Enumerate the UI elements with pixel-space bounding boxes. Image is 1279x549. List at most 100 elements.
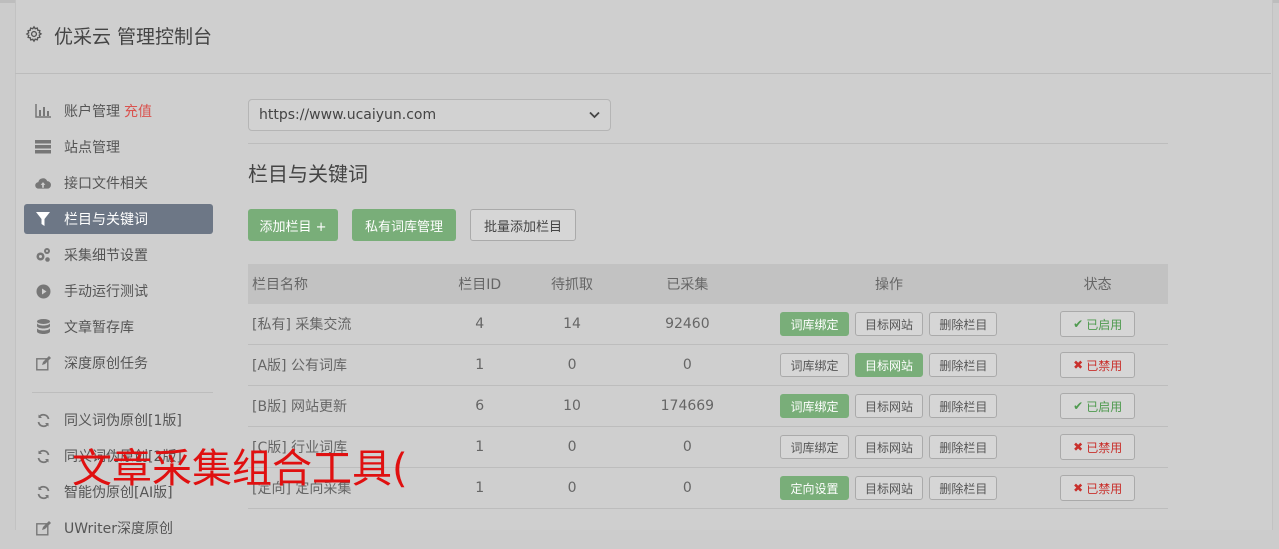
status-cell: ✖ 已禁用 xyxy=(1027,426,1168,468)
delete-column-button[interactable]: 删除栏目 xyxy=(929,435,998,459)
bind-lexicon-button[interactable]: 词库绑定 xyxy=(780,353,849,377)
batch-add-column-button[interactable]: 批量添加栏目 xyxy=(470,209,576,241)
pending-count[interactable]: 0 xyxy=(519,426,625,468)
sidebar-tool-uwriter[interactable]: UWriter深度原创 xyxy=(24,513,213,543)
status-toggle[interactable]: ✖ 已禁用 xyxy=(1060,475,1136,501)
bar-chart-icon xyxy=(35,103,51,119)
column-tag: [A版] xyxy=(252,358,287,374)
delete-column-button[interactable]: 删除栏目 xyxy=(929,353,998,377)
actions-cell: 词库绑定 目标网站 删除栏目 xyxy=(750,385,1028,427)
column-id: 1 xyxy=(439,467,520,509)
sidebar-item-deep-original[interactable]: 深度原创任务 xyxy=(24,348,213,378)
sidebar-item-sites[interactable]: 站点管理 xyxy=(24,132,213,162)
check-icon: ✔ xyxy=(1073,399,1084,413)
refresh-icon xyxy=(35,412,51,428)
column-name-cell[interactable]: [B版] 网站更新 xyxy=(248,385,440,427)
status-toggle[interactable]: ✖ 已禁用 xyxy=(1060,352,1136,378)
collected-count: 174669 xyxy=(624,385,751,427)
column-name: 公有词库 xyxy=(290,358,347,374)
pending-count[interactable]: 10 xyxy=(519,385,625,427)
gears-icon xyxy=(35,247,51,263)
sidebar-item-interface-files[interactable]: 接口文件相关 xyxy=(24,168,213,198)
content-divider xyxy=(248,143,1168,144)
sidebar-item-collect-settings[interactable]: 采集细节设置 xyxy=(24,240,213,270)
sidebar-item-label: 采集细节设置 xyxy=(64,248,148,264)
database-icon xyxy=(35,319,51,335)
app-header: 优采云 管理控制台 xyxy=(15,3,1271,74)
delete-column-button[interactable]: 删除栏目 xyxy=(929,476,998,500)
collected-count: 92460 xyxy=(624,304,751,345)
table-header-row: 栏目名称 栏目ID 待抓取 已采集 操作 状态 xyxy=(248,264,1168,304)
collected-count: 0 xyxy=(624,344,751,386)
delete-column-button[interactable]: 删除栏目 xyxy=(929,394,998,418)
sidebar-divider xyxy=(32,392,213,393)
sidebar-item-manual-run[interactable]: 手动运行测试 xyxy=(24,276,213,306)
sidebar-item-label: 接口文件相关 xyxy=(64,176,148,192)
col-header-name: 栏目名称 xyxy=(248,264,440,304)
sidebar-item-columns-keywords[interactable]: 栏目与关键词 xyxy=(24,204,213,234)
close-icon: ✖ xyxy=(1073,481,1084,495)
collected-count: 0 xyxy=(624,426,751,468)
private-lexicon-button[interactable]: 私有词库管理 xyxy=(352,209,456,241)
column-tag: [B版] xyxy=(252,399,287,415)
cloud-upload-icon xyxy=(35,175,51,191)
site-select-value: https://www.ucaiyun.com xyxy=(259,107,437,123)
sidebar-item-label: 账户管理 xyxy=(64,104,120,120)
sidebar-item-article-storage[interactable]: 文章暂存库 xyxy=(24,312,213,342)
pending-count[interactable]: 14 xyxy=(519,304,625,345)
sidebar-item-label: 栏目与关键词 xyxy=(64,212,148,228)
col-header-actions: 操作 xyxy=(750,264,1028,304)
column-id: 1 xyxy=(439,344,520,386)
col-header-id: 栏目ID xyxy=(439,264,520,304)
column-tag: [私有] xyxy=(252,317,291,333)
column-id: 1 xyxy=(439,426,520,468)
actions-cell: 词库绑定 目标网站 删除栏目 xyxy=(750,426,1028,468)
column-name: 网站更新 xyxy=(290,399,347,415)
directed-settings-button[interactable]: 定向设置 xyxy=(780,476,849,500)
server-icon xyxy=(35,139,51,155)
status-label: 已禁用 xyxy=(1086,358,1123,373)
column-name-cell[interactable]: [私有] 采集交流 xyxy=(248,304,440,345)
status-label: 已禁用 xyxy=(1086,440,1123,455)
add-column-button[interactable]: 添加栏目 + xyxy=(248,209,338,241)
status-toggle[interactable]: ✔ 已启用 xyxy=(1060,311,1136,337)
target-site-button[interactable]: 目标网站 xyxy=(854,435,923,459)
page-title: 栏目与关键词 xyxy=(248,162,368,186)
col-header-status: 状态 xyxy=(1027,264,1168,304)
column-name-cell[interactable]: [A版] 公有词库 xyxy=(248,344,440,386)
target-site-button[interactable]: 目标网站 xyxy=(854,353,923,377)
target-site-button[interactable]: 目标网站 xyxy=(854,476,923,500)
overlay-caption: 文章采集组合工具( xyxy=(72,446,408,492)
pending-count[interactable]: 0 xyxy=(519,467,625,509)
sidebar-tool-synonym-v1[interactable]: 同义词伪原创[1版] xyxy=(24,405,213,435)
status-cell: ✖ 已禁用 xyxy=(1027,344,1168,386)
pending-count[interactable]: 0 xyxy=(519,344,625,386)
status-cell: ✖ 已禁用 xyxy=(1027,467,1168,509)
bind-lexicon-button[interactable]: 词库绑定 xyxy=(780,435,849,459)
recharge-link[interactable]: 充值 xyxy=(124,101,152,121)
collected-count: 0 xyxy=(624,467,751,509)
site-select[interactable]: https://www.ucaiyun.com xyxy=(248,99,611,131)
gear-icon xyxy=(25,25,43,43)
sidebar-item-label: 文章暂存库 xyxy=(64,320,134,336)
bind-lexicon-button[interactable]: 词库绑定 xyxy=(780,312,849,336)
check-icon: ✔ xyxy=(1073,317,1084,331)
sidebar-item-account[interactable]: 账户管理 充值 xyxy=(24,96,213,126)
col-header-pending: 待抓取 xyxy=(519,264,625,304)
sidebar-item-label: 同义词伪原创[1版] xyxy=(64,413,182,429)
status-toggle[interactable]: ✖ 已禁用 xyxy=(1060,434,1136,460)
target-site-button[interactable]: 目标网站 xyxy=(854,312,923,336)
table-row: [B版] 网站更新 6 10 174669 词库绑定 目标网站 删除栏目 ✔ 已启… xyxy=(248,385,1168,427)
status-cell: ✔ 已启用 xyxy=(1027,304,1168,345)
status-toggle[interactable]: ✔ 已启用 xyxy=(1060,393,1136,419)
table-row: [A版] 公有词库 1 0 0 词库绑定 目标网站 删除栏目 ✖ 已禁用 xyxy=(248,344,1168,386)
column-id: 4 xyxy=(439,304,520,345)
bind-lexicon-button[interactable]: 词库绑定 xyxy=(780,394,849,418)
close-icon: ✖ xyxy=(1073,358,1084,372)
play-circle-icon xyxy=(35,283,51,299)
refresh-icon xyxy=(35,448,51,464)
sidebar-item-label: 站点管理 xyxy=(64,140,120,156)
edit-icon xyxy=(35,520,51,536)
target-site-button[interactable]: 目标网站 xyxy=(854,394,923,418)
delete-column-button[interactable]: 删除栏目 xyxy=(929,312,998,336)
